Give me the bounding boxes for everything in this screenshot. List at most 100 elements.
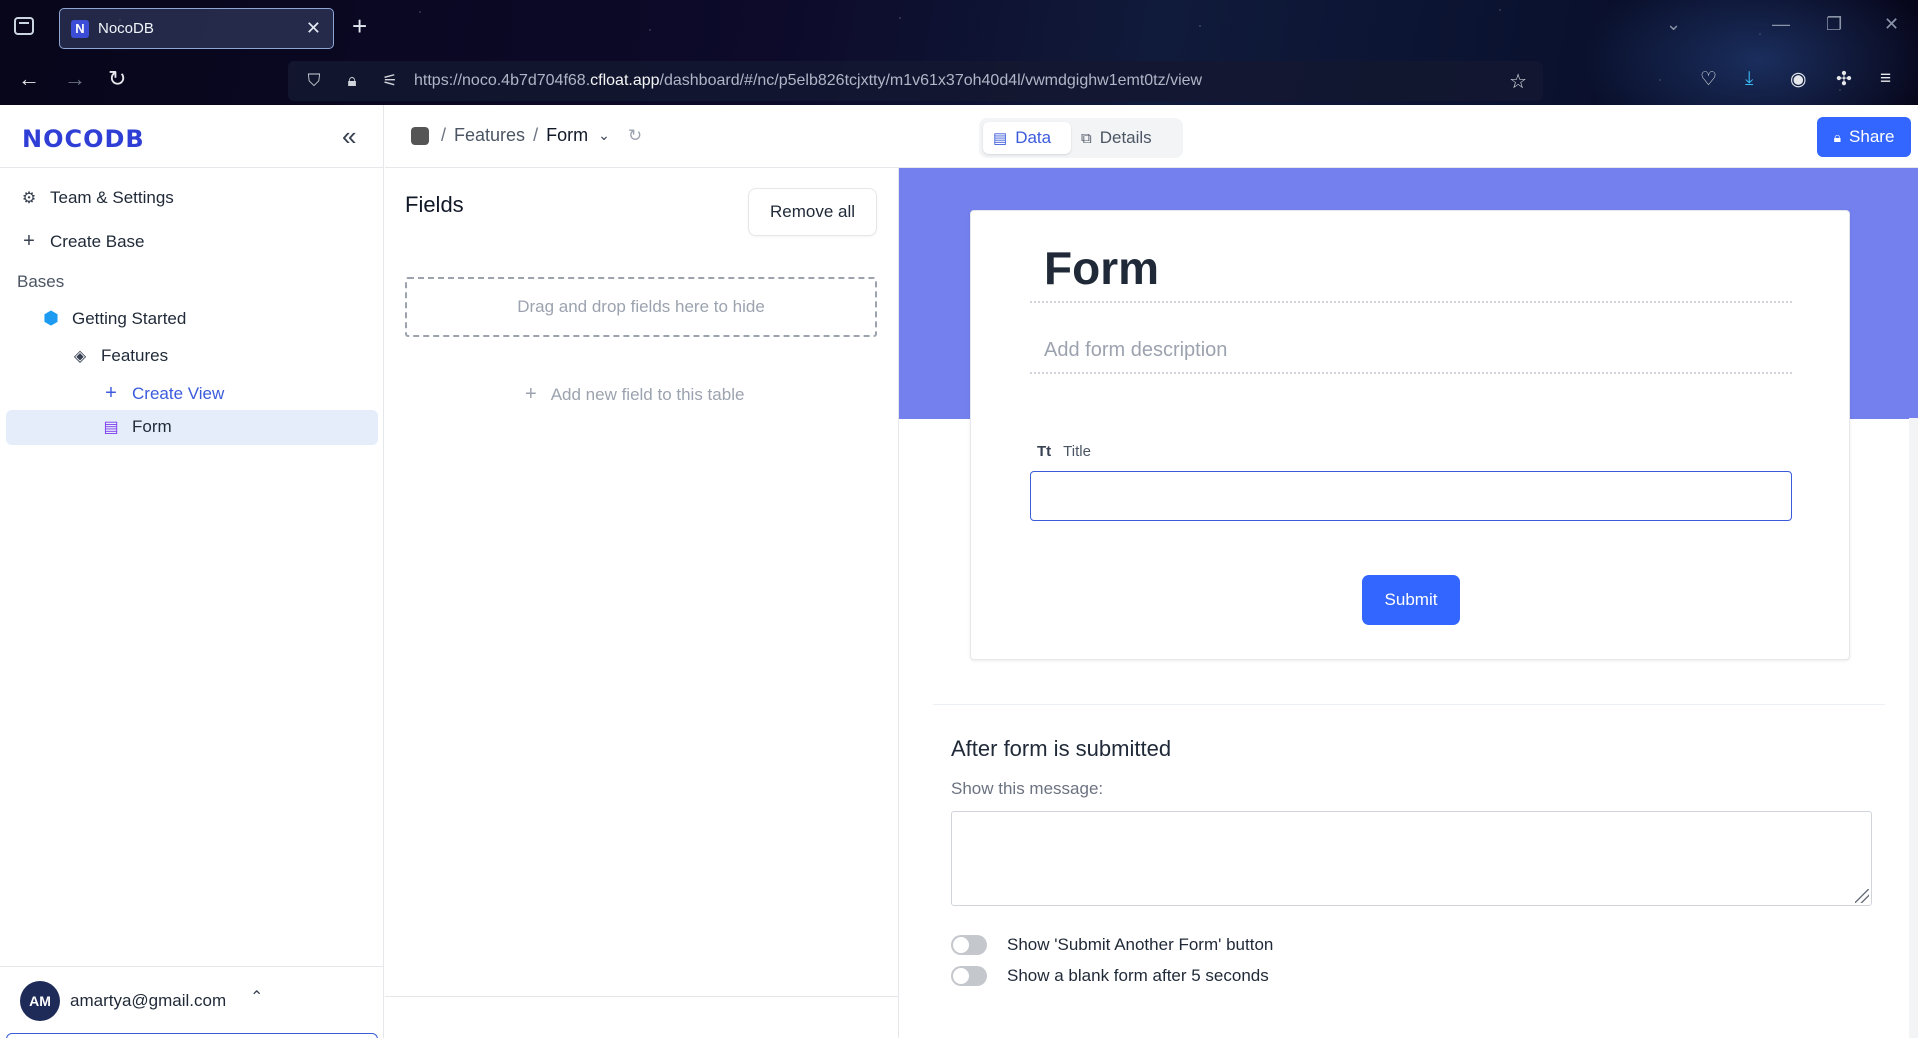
blank-form-after-delay-option[interactable]: Show a blank form after 5 seconds [951, 966, 1269, 986]
breadcrumb-table[interactable]: Features [454, 125, 525, 146]
address-bar[interactable]: ⛉ 🔒︎ ⚟ https://noco.4b7d704f68.cfloat.ap… [288, 61, 1543, 101]
view-mode-toggle: ▤ Data ⧉ Details [979, 118, 1183, 158]
tab-details[interactable]: ⧉ Details [1081, 122, 1152, 154]
close-window-icon[interactable]: ✕ [1884, 14, 1899, 35]
sidebar-table-features[interactable]: ◈ Features [69, 346, 168, 366]
tab-data[interactable]: ▤ Data [983, 122, 1071, 154]
plus-icon: + [525, 383, 537, 405]
reload-view-icon[interactable]: ↻ [628, 126, 642, 146]
tab-overflow-chevron-icon[interactable]: ⌄ [1666, 14, 1681, 35]
bookmark-star-icon[interactable]: ☆ [1509, 69, 1527, 94]
reload-icon[interactable]: ↻ [108, 66, 126, 92]
table-label: Features [101, 346, 169, 365]
view-label: Form [132, 417, 172, 436]
sidebar-base-getting-started[interactable]: ⬢ Getting Started [40, 308, 186, 329]
account-icon[interactable]: ◉ [1790, 68, 1807, 91]
table-eye-icon: ◈ [73, 348, 87, 365]
back-arrow-icon[interactable]: ← [18, 66, 40, 92]
minimize-window-icon[interactable]: — [1772, 14, 1790, 35]
tab-label: Details [1099, 128, 1152, 147]
fields-title: Fields [405, 192, 464, 217]
restore-window-icon[interactable]: ❐ [1826, 14, 1842, 35]
browser-chrome: N NocoDB ✕ + ⌄ — ❐ ✕ ← → ↻ ⛉ 🔒︎ ⚟ https:… [0, 0, 1918, 105]
gear-icon: ⚙ [21, 190, 37, 207]
plus-icon: + [105, 382, 117, 404]
breadcrumb-view[interactable]: Form [546, 125, 588, 146]
section-divider [933, 704, 1885, 705]
breadcrumb-separator: / [441, 125, 447, 145]
form-description-input[interactable]: Add form description [1030, 339, 1792, 374]
breadcrumb: / Features / Form ⌄ ↻ [411, 125, 642, 146]
tab-close-icon[interactable]: ✕ [306, 18, 321, 39]
sidebar-view-form[interactable]: ▤ Form [100, 417, 172, 437]
chevron-down-icon[interactable]: ⌄ [598, 127, 610, 144]
hidden-fields-dropzone[interactable]: Drag and drop fields here to hide [405, 277, 877, 337]
option-label: Show 'Submit Another Form' button [1007, 935, 1274, 954]
selected-view-highlight [6, 410, 378, 445]
plus-icon: + [23, 230, 35, 252]
option-label: Show a blank form after 5 seconds [1007, 966, 1269, 985]
sidebar-bottom-strip [6, 1033, 378, 1038]
form-card: Form Add form description Tt Title Submi… [970, 210, 1850, 660]
toggle-switch[interactable] [951, 935, 987, 955]
resize-grip-icon[interactable] [1855, 889, 1869, 903]
create-view-link[interactable]: + Create View [100, 382, 224, 405]
nocodb-logo[interactable]: NOCODB [22, 125, 145, 153]
nocodb-app: NOCODB « ⚙ Team & Settings + Create Base… [0, 105, 1918, 1038]
sidebar-divider [0, 167, 384, 168]
after-submit-heading: After form is submitted [951, 736, 1172, 761]
new-tab-icon[interactable]: + [352, 11, 367, 42]
nocodb-favicon-icon: N [71, 19, 89, 38]
menu-icon[interactable]: ≡ [1880, 68, 1891, 90]
site-permissions-icon[interactable]: ⚟ [378, 71, 402, 91]
sidebar: NOCODB « ⚙ Team & Settings + Create Base… [0, 105, 384, 1038]
sidebar-item-label: Create Base [50, 231, 145, 251]
cube-icon: ⬢ [43, 308, 59, 328]
shield-icon[interactable]: ⛉ [302, 71, 326, 91]
scrollbar[interactable] [1909, 418, 1918, 1038]
breadcrumb-separator: / [533, 125, 539, 145]
share-button[interactable]: 🔒︎ Share [1817, 117, 1911, 157]
sidebar-item-label: Team & Settings [50, 188, 174, 207]
field-label-title[interactable]: Tt Title [1037, 443, 1091, 460]
form-preview: Form Add form description Tt Title Submi… [899, 168, 1918, 1038]
share-label: Share [1849, 127, 1895, 146]
after-submit-message-textarea[interactable] [951, 811, 1872, 906]
submit-button[interactable]: Submit [1362, 575, 1460, 625]
download-icon[interactable]: ⤓ [1745, 68, 1753, 90]
form-title-input[interactable]: Form [1030, 241, 1792, 303]
pocket-icon[interactable]: ♡ [1700, 68, 1717, 91]
browser-tab[interactable]: N NocoDB ✕ [59, 8, 334, 49]
add-field-label: Add new field to this table [550, 384, 745, 404]
sidebar-item-team-settings[interactable]: ⚙ Team & Settings [18, 188, 174, 208]
user-email: amartya@gmail.com [70, 991, 227, 1010]
user-menu[interactable]: AM amartya@gmail.com ⌃ [0, 966, 384, 1038]
url-text[interactable]: https://noco.4b7d704f68.cfloat.app/dashb… [414, 72, 1202, 90]
form-icon: ▤ [103, 419, 119, 436]
extensions-icon[interactable]: ✣ [1836, 68, 1852, 91]
sidebar-item-create-base[interactable]: + Create Base [18, 230, 145, 253]
message-label: Show this message: [951, 779, 1104, 798]
remove-all-button[interactable]: Remove all [748, 188, 877, 236]
data-icon: ▤ [993, 130, 1008, 147]
collapse-sidebar-icon[interactable]: « [342, 121, 356, 152]
fields-panel: Fields Remove all Drag and drop fields h… [385, 168, 899, 1038]
chevron-up-icon[interactable]: ⌃ [250, 987, 263, 1007]
tab-title: NocoDB [98, 20, 154, 37]
forward-arrow-icon[interactable]: → [64, 66, 86, 92]
base-label: Getting Started [72, 308, 187, 328]
details-icon: ⧉ [1081, 129, 1092, 147]
lock-icon[interactable]: 🔒︎ [340, 71, 364, 91]
topbar: / Features / Form ⌄ ↻ ▤ Data ⧉ Details 🔒… [385, 105, 1918, 168]
avatar: AM [20, 981, 60, 1021]
tab-list-icon[interactable] [14, 17, 34, 35]
create-view-label: Create View [132, 383, 225, 403]
bases-heading: Bases [17, 272, 65, 291]
lock-icon: 🔒︎ [1833, 128, 1842, 145]
add-field-button[interactable]: + Add new field to this table [525, 383, 744, 406]
base-icon[interactable] [411, 126, 429, 145]
submit-another-form-option[interactable]: Show 'Submit Another Form' button [951, 935, 1273, 955]
toggle-switch[interactable] [951, 966, 987, 986]
text-type-icon: Tt [1037, 443, 1052, 460]
title-field-input[interactable] [1030, 471, 1792, 521]
